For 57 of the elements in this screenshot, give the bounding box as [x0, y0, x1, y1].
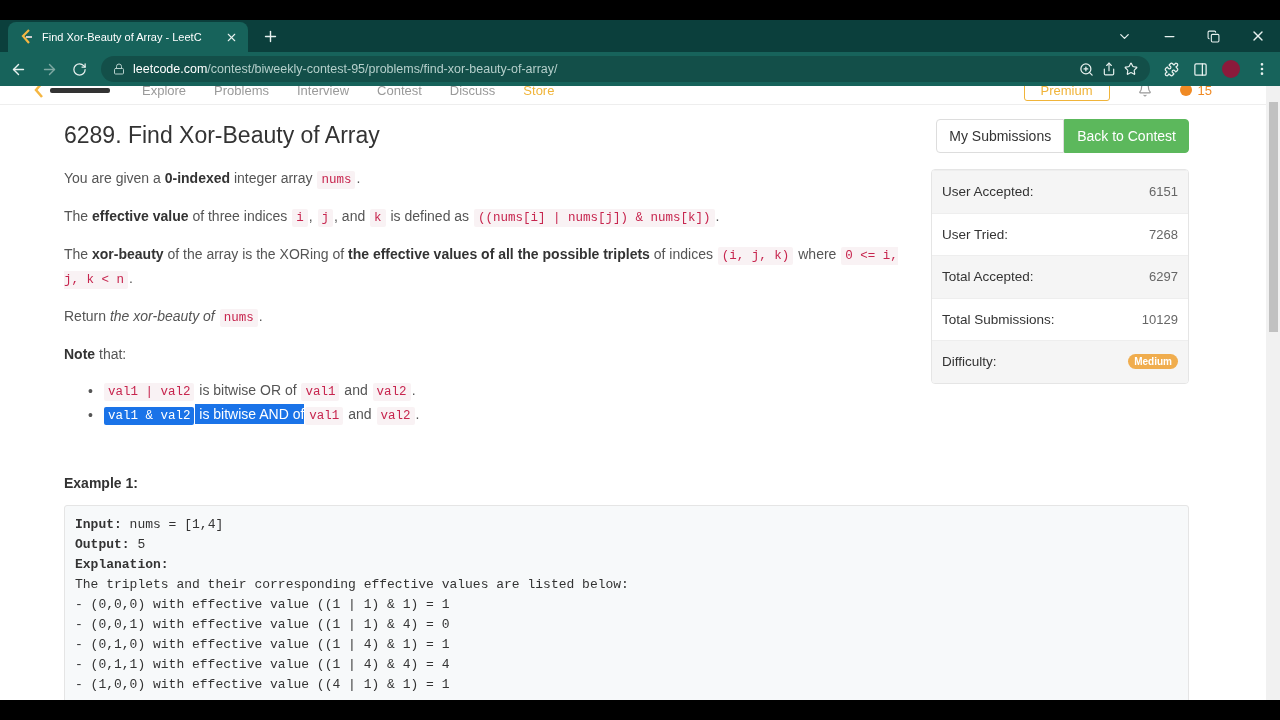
problem-title: 6289. Find Xor-Beauty of Array [64, 121, 381, 149]
zoom-icon[interactable] [1079, 61, 1094, 77]
code-line: - (0,1,1) with effective value ((1 | 4) & 4) = 4 [75, 656, 451, 674]
stat-value: 7268 [1149, 226, 1178, 242]
stat-label: Difficulty: [942, 354, 997, 370]
nav-link[interactable]: Contest [377, 86, 422, 98]
bullet-marker: • [88, 406, 93, 425]
code-line: Explanation: [75, 556, 170, 574]
code-line: Input: nums = [1,4] [75, 516, 225, 534]
submissions-button[interactable]: My Submissions [936, 119, 1065, 153]
lock-icon [113, 63, 125, 75]
star-icon[interactable] [1124, 62, 1138, 76]
stat-label: User Tried: [942, 226, 1009, 242]
address-bar[interactable]: leetcode.com/contest/biweekly-contest-95/problems/find-xor-beauty-of-array/ [101, 56, 1150, 82]
new-tab-icon[interactable] [262, 28, 279, 45]
coin-icon [1179, 86, 1192, 96]
premium-button[interactable]: Premium [1023, 86, 1110, 101]
note-item: val1 & val2 is bitwise AND of val1 and val2 . [102, 403, 420, 427]
note-item: val1 | val2 is bitwise OR of val1 and val2 . [102, 379, 416, 403]
coin-count: 15 [1197, 86, 1212, 98]
store-link[interactable]: Store [523, 86, 555, 98]
nav-link[interactable]: Explore [142, 86, 187, 98]
problem-paragraph: The effective value of three indices i , j , and k is defined as ((nums[i] | nums[j]) & nums[k]) . [64, 207, 721, 229]
code-line: - (0,0,0) with effective value ((1 | 1) & 1) = 1 [75, 596, 451, 614]
stat-value: 10129 [1141, 311, 1178, 327]
code-line: Output: 5 [75, 536, 147, 554]
nav-link[interactable]: Interview [297, 86, 350, 98]
tab-title: Find Xor-Beauty of Array - LeetC [42, 31, 203, 43]
example-title: Example 1: [64, 475, 139, 491]
code-line: - (1,0,0) with effective value ((4 | 1) & 1) = 1 [75, 676, 451, 694]
bullet-marker: • [88, 382, 93, 401]
code-line: - (0,0,1) with effective value ((1 | 1) & 4) = 0 [75, 616, 451, 634]
stat-label: Total Submissions: [942, 311, 1055, 327]
share-icon[interactable] [1102, 62, 1116, 76]
site-logo-icon [20, 29, 34, 45]
stat-value: 6151 [1149, 184, 1178, 200]
stat-label: Total Accepted: [942, 269, 1034, 285]
difficulty-badge: Medium [1128, 354, 1178, 370]
url-text: leetcode.com/contest/biweekly-contest-95/problems/find-xor-beauty-of-array/ [133, 62, 559, 76]
puzzle-icon[interactable] [1164, 61, 1179, 77]
reload-icon[interactable] [72, 61, 87, 77]
code-line: - (0,1,0) with effective value ((1 | 4) & 1) = 1 [75, 636, 451, 654]
nav-link[interactable]: Discuss [449, 86, 496, 98]
back-to-contest-button[interactable]: Back to Contest [1064, 119, 1189, 153]
bell-icon[interactable] [1137, 86, 1152, 97]
code-line: The triplets and their corresponding effective values are listed below: [75, 576, 630, 594]
restore-icon[interactable] [1207, 29, 1220, 43]
problem-paragraph: Note that: [64, 345, 128, 364]
scrollbar[interactable] [1266, 86, 1280, 700]
stat-label: User Accepted: [942, 184, 1034, 200]
stat-value: 6297 [1149, 269, 1178, 285]
browser-tab[interactable]: Find Xor-Beauty of Array - LeetC [8, 22, 248, 52]
problem-paragraph: The xor-beauty of the array is the XORing of the effective values of all the possible triplets of indices (i, j, k) where 0 <= i, j, k < n . [64, 245, 899, 291]
side-panel-icon[interactable] [1193, 61, 1208, 77]
problem-paragraph: Return the xor-beauty of nums . [64, 307, 264, 329]
nav-link[interactable]: Problems [214, 86, 269, 98]
problem-paragraph: You are given a 0-indexed integer array nums . [64, 169, 362, 191]
